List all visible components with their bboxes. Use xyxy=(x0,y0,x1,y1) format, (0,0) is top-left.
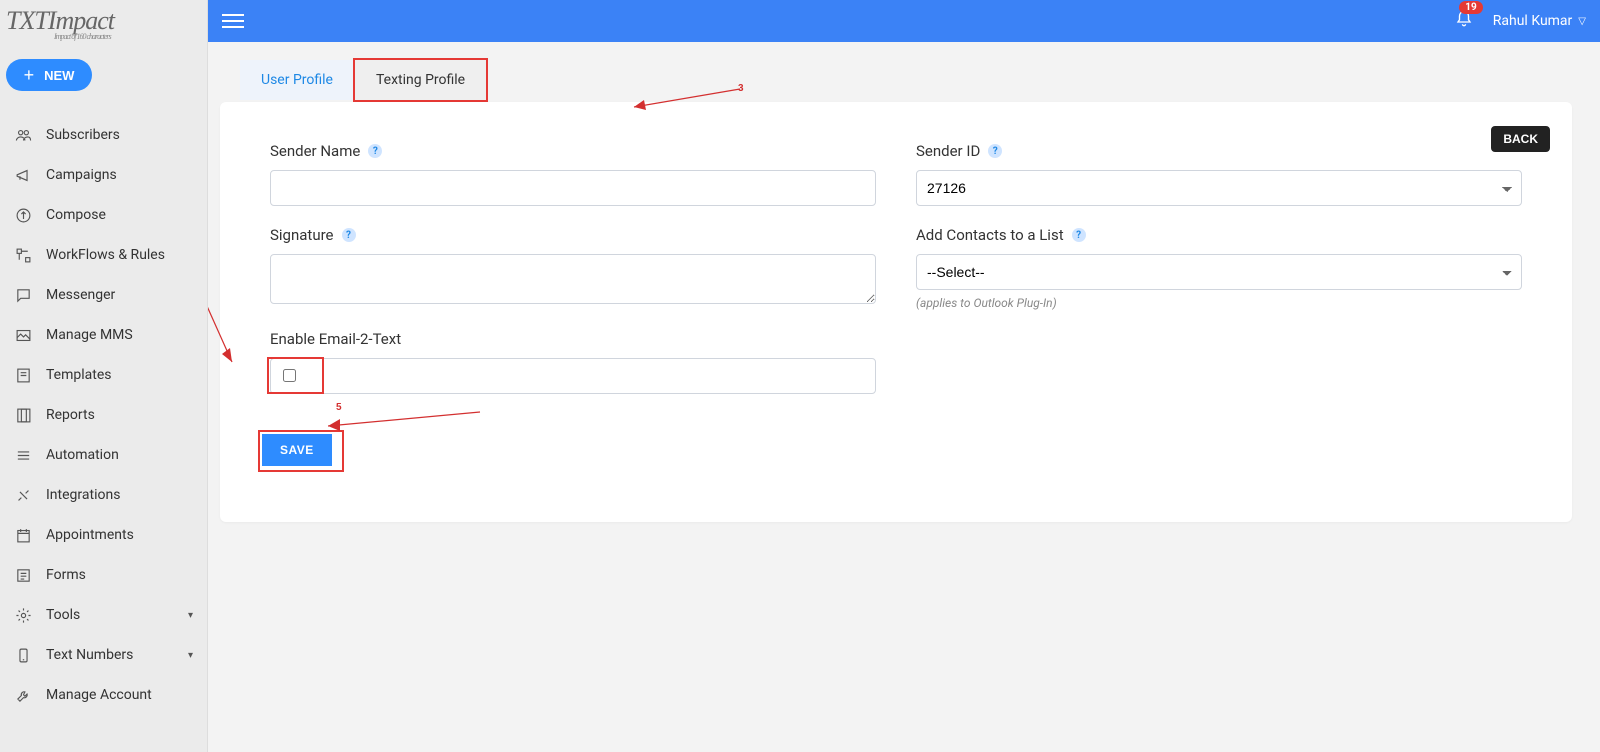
users-icon xyxy=(14,126,32,144)
chevron-down-icon: ▾ xyxy=(188,610,193,621)
plus-icon: + xyxy=(24,66,35,84)
sidebar-item-label: WorkFlows & Rules xyxy=(46,247,165,263)
chevron-down-icon: ▾ xyxy=(188,650,193,661)
sidebar-item-label: Messenger xyxy=(46,287,115,303)
sidebar-item-automation[interactable]: Automation xyxy=(0,435,207,475)
form-icon xyxy=(14,566,32,584)
tabs: User Profile Texting Profile xyxy=(240,58,1572,102)
signature-input[interactable] xyxy=(270,254,876,304)
sidebar-item-label: Reports xyxy=(46,407,95,423)
sidebar-item-reports[interactable]: Reports xyxy=(0,395,207,435)
sidebar-item-integrations[interactable]: Integrations xyxy=(0,475,207,515)
sidebar-item-compose[interactable]: Compose xyxy=(0,195,207,235)
enable-e2t-checkbox[interactable] xyxy=(283,369,296,382)
template-icon xyxy=(14,366,32,384)
image-icon xyxy=(14,326,32,344)
add-contacts-select[interactable]: --Select-- xyxy=(916,254,1522,290)
wrench-icon xyxy=(14,686,32,704)
notifications-button[interactable]: 19 xyxy=(1455,10,1473,32)
sidebar-item-mms[interactable]: Manage MMS xyxy=(0,315,207,355)
new-button-label: NEW xyxy=(44,68,74,83)
sidebar-item-forms[interactable]: Forms xyxy=(0,555,207,595)
new-button[interactable]: + NEW xyxy=(6,59,92,91)
sender-name-input[interactable] xyxy=(270,170,876,206)
sidebar-item-label: Appointments xyxy=(46,527,134,543)
sidebar-item-label: Templates xyxy=(46,367,112,383)
annotation-highlight-save: SAVE xyxy=(258,430,344,472)
help-icon[interactable]: ? xyxy=(342,228,356,242)
content: User Profile Texting Profile BACK Sender… xyxy=(208,42,1600,752)
enable-e2t-label: Enable Email-2-Text xyxy=(270,330,401,348)
tab-texting-profile[interactable]: Texting Profile xyxy=(355,60,486,100)
add-contacts-hint: (applies to Outlook Plug-In) xyxy=(916,296,1522,310)
help-icon[interactable]: ? xyxy=(368,144,382,158)
profile-card: BACK Sender Name ? Sender ID ? 27126 xyxy=(220,102,1572,522)
tab-user-profile[interactable]: User Profile xyxy=(240,60,354,100)
brand-name: TXTImpact xyxy=(6,6,114,35)
help-icon[interactable]: ? xyxy=(988,144,1002,158)
automation-icon xyxy=(14,446,32,464)
sidebar-item-text-numbers[interactable]: Text Numbers ▾ xyxy=(0,635,207,675)
field-signature: Signature ? xyxy=(270,226,876,310)
sidebar-nav: Subscribers Campaigns Compose WorkFlows … xyxy=(0,115,207,715)
sidebar-item-workflows[interactable]: WorkFlows & Rules xyxy=(0,235,207,275)
back-button[interactable]: BACK xyxy=(1491,126,1550,152)
brand-tagline: Impact of 160 characters xyxy=(54,32,197,41)
sidebar-item-templates[interactable]: Templates xyxy=(0,355,207,395)
user-name: Rahul Kumar xyxy=(1493,13,1573,29)
add-contacts-label: Add Contacts to a List xyxy=(916,226,1064,244)
field-sender-name: Sender Name ? xyxy=(270,142,876,206)
topbar: 19 Rahul Kumar ▽ xyxy=(208,0,1600,42)
flow-icon xyxy=(14,246,32,264)
sidebar-item-manage-account[interactable]: Manage Account xyxy=(0,675,207,715)
hamburger-icon[interactable] xyxy=(222,14,244,28)
sidebar-item-label: Compose xyxy=(46,207,106,223)
field-sender-id: Sender ID ? 27126 xyxy=(916,142,1522,206)
annotation-highlight-tab: Texting Profile xyxy=(353,58,488,102)
sidebar-item-label: Text Numbers xyxy=(46,647,133,663)
sidebar-item-campaigns[interactable]: Campaigns xyxy=(0,155,207,195)
megaphone-icon xyxy=(14,166,32,184)
user-menu[interactable]: Rahul Kumar ▽ xyxy=(1493,13,1586,29)
phone-icon xyxy=(14,646,32,664)
sender-id-select[interactable]: 27126 xyxy=(916,170,1522,206)
sidebar-item-label: Manage Account xyxy=(46,687,152,703)
calendar-icon xyxy=(14,526,32,544)
report-icon xyxy=(14,406,32,424)
save-button[interactable]: SAVE xyxy=(262,434,332,466)
signature-label: Signature xyxy=(270,226,334,244)
sidebar-item-appointments[interactable]: Appointments xyxy=(0,515,207,555)
sidebar-item-subscribers[interactable]: Subscribers xyxy=(0,115,207,155)
sidebar-item-label: Integrations xyxy=(46,487,120,503)
sidebar-item-label: Automation xyxy=(46,447,119,463)
field-enable-e2t: Enable Email-2-Text xyxy=(270,330,876,394)
help-icon[interactable]: ? xyxy=(1072,228,1086,242)
chevron-down-icon: ▽ xyxy=(1578,16,1586,27)
annotation-highlight-checkbox xyxy=(267,357,324,394)
sidebar-item-label: Subscribers xyxy=(46,127,120,143)
sidebar-item-label: Forms xyxy=(46,567,86,583)
annotation-arrow-4: 4 xyxy=(208,252,270,382)
chat-icon xyxy=(14,286,32,304)
sidebar-item-label: Campaigns xyxy=(46,167,117,183)
plug-icon xyxy=(14,486,32,504)
sidebar: TXTImpact Impact of 160 characters + NEW… xyxy=(0,0,208,752)
sender-id-label: Sender ID xyxy=(916,142,980,160)
gear-icon xyxy=(14,606,32,624)
field-add-contacts: Add Contacts to a List ? --Select-- (app… xyxy=(916,226,1522,310)
logo: TXTImpact Impact of 160 characters xyxy=(0,0,207,55)
notification-badge: 19 xyxy=(1459,1,1482,14)
sidebar-item-messenger[interactable]: Messenger xyxy=(0,275,207,315)
sidebar-item-label: Tools xyxy=(46,607,80,623)
sidebar-item-label: Manage MMS xyxy=(46,327,133,343)
sidebar-item-tools[interactable]: Tools ▾ xyxy=(0,595,207,635)
compose-icon xyxy=(14,206,32,224)
sender-name-label: Sender Name xyxy=(270,142,360,160)
